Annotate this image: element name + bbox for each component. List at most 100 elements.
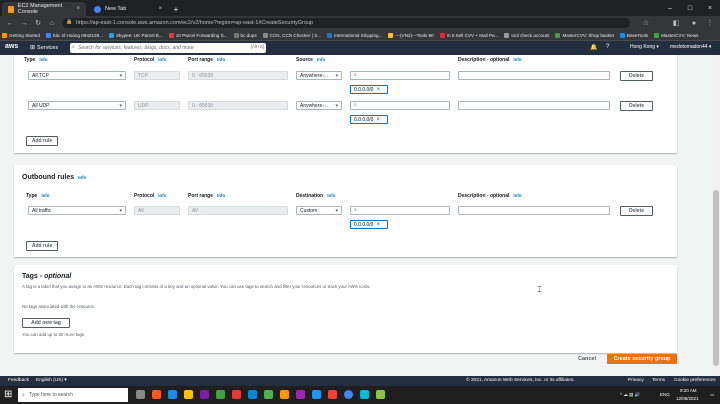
feedback-link[interactable]: Feedback (8, 378, 29, 383)
extensions-icon[interactable]: ◧ (670, 17, 682, 29)
create-security-group-button[interactable]: Create security group (607, 354, 677, 364)
bookmark-star-icon[interactable]: ☆ (640, 17, 652, 29)
close-icon[interactable]: × (376, 117, 380, 123)
console-search-input[interactable]: ⌕ Search for services, features, blogs, … (70, 43, 266, 53)
tab-ec2-console[interactable]: EC2 Management Console × (2, 2, 86, 16)
services-menu[interactable]: ⊞ Services (30, 44, 58, 52)
info-link[interactable]: Info (158, 57, 166, 62)
close-icon[interactable]: × (376, 87, 380, 93)
info-link[interactable]: Info (41, 193, 49, 198)
info-link[interactable]: Info (78, 175, 86, 180)
file-explorer-icon[interactable] (184, 390, 193, 399)
aws-logo[interactable]: aws (5, 43, 18, 50)
menu-icon[interactable]: ⋮ (704, 17, 716, 29)
add-inbound-rule-button[interactable]: Add rule (26, 136, 58, 146)
delete-rule-button[interactable]: Delete (620, 206, 653, 216)
chrome-icon[interactable] (344, 390, 353, 399)
app-icon[interactable] (328, 390, 337, 399)
notifications-icon[interactable]: 🔔 (590, 44, 597, 51)
inbound-type-select[interactable]: All TCP ▾ (28, 71, 126, 80)
clock-time[interactable]: 9:20 AM (680, 388, 697, 393)
tray-icons[interactable]: ^ ☁ ▤ 🔊 (620, 392, 640, 398)
scrollbar-thumb[interactable] (713, 190, 719, 366)
inbound-description-input[interactable] (458, 101, 610, 110)
bookmark[interactable]: Getting Started (2, 32, 40, 38)
app-icon[interactable] (376, 390, 385, 399)
language-selector[interactable]: English (US) ▾ (36, 378, 67, 383)
delete-rule-button[interactable]: Delete (620, 71, 653, 81)
cancel-button[interactable]: Cancel (570, 354, 604, 364)
outbound-description-input[interactable] (458, 206, 610, 215)
inbound-source-select[interactable]: Anywhere-... ▾ (296, 101, 342, 110)
app-icon[interactable] (152, 390, 161, 399)
input-language[interactable]: ENG (660, 392, 670, 397)
bookmark[interactable]: MasterCVV: Shop basket (555, 32, 614, 38)
info-link[interactable]: Info (217, 57, 225, 62)
bookmark[interactable]: bác sĩ Hoàng 0942138... (45, 32, 103, 38)
back-icon[interactable]: ← (4, 17, 16, 29)
app-icon[interactable] (200, 390, 209, 399)
inbound-description-input[interactable] (458, 71, 610, 80)
terms-link[interactable]: Terms (652, 378, 665, 383)
info-link[interactable]: Info (327, 193, 335, 198)
help-icon[interactable]: ? (606, 44, 609, 50)
bookmark[interactable]: International Shipping... (327, 32, 382, 38)
app-icon[interactable] (360, 390, 369, 399)
forward-icon[interactable]: → (18, 17, 30, 29)
notification-center-icon[interactable]: ▭ (710, 392, 714, 398)
minimize-icon[interactable]: – (660, 0, 680, 16)
inbound-source-select[interactable]: Anywhere-... ▾ (296, 71, 342, 80)
info-link[interactable]: Info (217, 193, 225, 198)
url-field[interactable]: 🔒 https://ap-east-1.console.aws.amazon.c… (62, 18, 630, 28)
bookmark[interactable]: bc dups (233, 32, 257, 38)
new-tab-button[interactable]: + (170, 2, 182, 16)
clock-date[interactable]: 12/08/2021 (676, 396, 699, 401)
task-view-icon[interactable] (136, 390, 145, 399)
app-icon[interactable] (296, 390, 305, 399)
inbound-cidr-search[interactable]: ⌕ (350, 71, 450, 80)
reload-icon[interactable]: ↻ (32, 17, 44, 29)
windows-start-icon[interactable]: ⊞ (4, 389, 12, 400)
profile-icon[interactable]: ● (688, 17, 700, 29)
bookmark[interactable]: m tr.Sell CVV + Mail Pa... (439, 32, 498, 38)
app-icon[interactable] (280, 390, 289, 399)
info-link[interactable]: Info (317, 57, 325, 62)
inbound-type-select[interactable]: All UDP ▾ (28, 101, 126, 110)
info-link[interactable]: Info (158, 193, 166, 198)
close-tab-icon[interactable]: × (76, 6, 80, 12)
bookmark[interactable]: tool check account (504, 32, 549, 38)
inbound-cidr-search[interactable]: ⌕ (350, 101, 450, 110)
cookie-preferences-link[interactable]: Cookie preferences (674, 378, 716, 383)
tab-new-tab[interactable]: New Tab × (88, 2, 168, 16)
app-icon[interactable] (248, 390, 257, 399)
outbound-destination-select[interactable]: Custom ▾ (296, 206, 342, 215)
region-selector[interactable]: Hong Kong ▾ (630, 44, 659, 50)
taskbar-search-input[interactable]: ⌕ Type here to search (18, 388, 128, 402)
app-icon[interactable] (264, 390, 273, 399)
close-tab-icon[interactable]: × (158, 6, 162, 12)
app-icon[interactable] (216, 390, 225, 399)
add-outbound-rule-button[interactable]: Add rule (26, 241, 58, 251)
privacy-link[interactable]: Privacy (628, 378, 644, 383)
outbound-type-select[interactable]: All traffic ▾ (28, 206, 126, 215)
maximize-icon[interactable]: □ (680, 0, 700, 16)
bookmark[interactable]: MasterCVV: News (654, 32, 698, 38)
bookmark[interactable]: BaseTools (619, 32, 648, 38)
close-window-icon[interactable]: × (700, 0, 720, 16)
info-link[interactable]: Info (513, 57, 521, 62)
account-menu[interactable]: medotomadon44 ▾ (670, 44, 711, 50)
home-icon[interactable]: ⌂ (46, 17, 58, 29)
info-link[interactable]: Info (513, 193, 521, 198)
app-icon[interactable] (312, 390, 321, 399)
bookmark[interactable]: 10 Parcel Forwarding S... (168, 32, 228, 38)
outbound-cidr-search[interactable]: ⌕ (350, 206, 450, 215)
add-new-tag-button[interactable]: Add new tag (22, 318, 70, 328)
bookmark[interactable]: ---(VN2)---Tools 90 (388, 32, 434, 38)
bookmark[interactable]: Skypee: UK Parcel B... (108, 32, 163, 38)
info-link[interactable]: Info (39, 57, 47, 62)
delete-rule-button[interactable]: Delete (620, 101, 653, 111)
edge-icon[interactable] (168, 390, 177, 399)
app-icon[interactable] (232, 390, 241, 399)
close-icon[interactable]: × (376, 222, 380, 228)
bookmark[interactable]: CCN, CCN Checker | S... (262, 32, 321, 38)
